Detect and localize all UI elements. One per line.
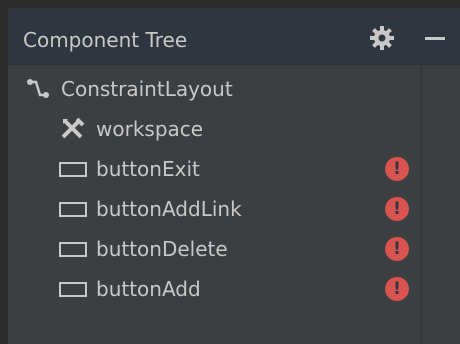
error-icon[interactable]: ! xyxy=(385,277,409,301)
button-icon xyxy=(58,197,88,221)
panel-title: Component Tree xyxy=(23,28,188,52)
minimize-icon[interactable] xyxy=(421,24,449,52)
tree-item-buttondelete[interactable]: buttonDelete xyxy=(58,229,228,269)
error-icon[interactable]: ! xyxy=(385,237,409,261)
constraint-layout-icon xyxy=(23,77,53,101)
tree-item-label: workspace xyxy=(96,117,204,141)
tree-item-constraintlayout[interactable]: ConstraintLayout xyxy=(23,69,233,109)
tree-item-label: buttonAdd xyxy=(96,277,201,301)
button-icon xyxy=(58,277,88,301)
gear-icon[interactable] xyxy=(368,24,396,52)
tree-item-buttonexit[interactable]: buttonExit xyxy=(58,149,200,189)
button-icon xyxy=(58,157,88,181)
tree-item-buttonaddlink[interactable]: buttonAddLink xyxy=(58,189,242,229)
error-icon[interactable]: ! xyxy=(385,157,409,181)
button-icon xyxy=(58,237,88,261)
error-icon[interactable]: ! xyxy=(385,197,409,221)
tree-item-label: buttonDelete xyxy=(96,237,228,261)
tree-item-workspace[interactable]: workspace xyxy=(58,109,203,149)
tools-icon xyxy=(58,117,88,141)
tree-item-label: buttonAddLink xyxy=(96,197,242,221)
tree-item-label: buttonExit xyxy=(96,157,200,181)
component-tree-panel: Component Tree ConstraintLayout workspac… xyxy=(0,0,460,344)
tree-item-label: ConstraintLayout xyxy=(61,77,233,101)
component-tree: ConstraintLayout workspace buttonExit ! xyxy=(8,65,460,344)
tree-item-buttonadd[interactable]: buttonAdd xyxy=(58,269,201,309)
panel-header: Component Tree xyxy=(8,8,460,65)
